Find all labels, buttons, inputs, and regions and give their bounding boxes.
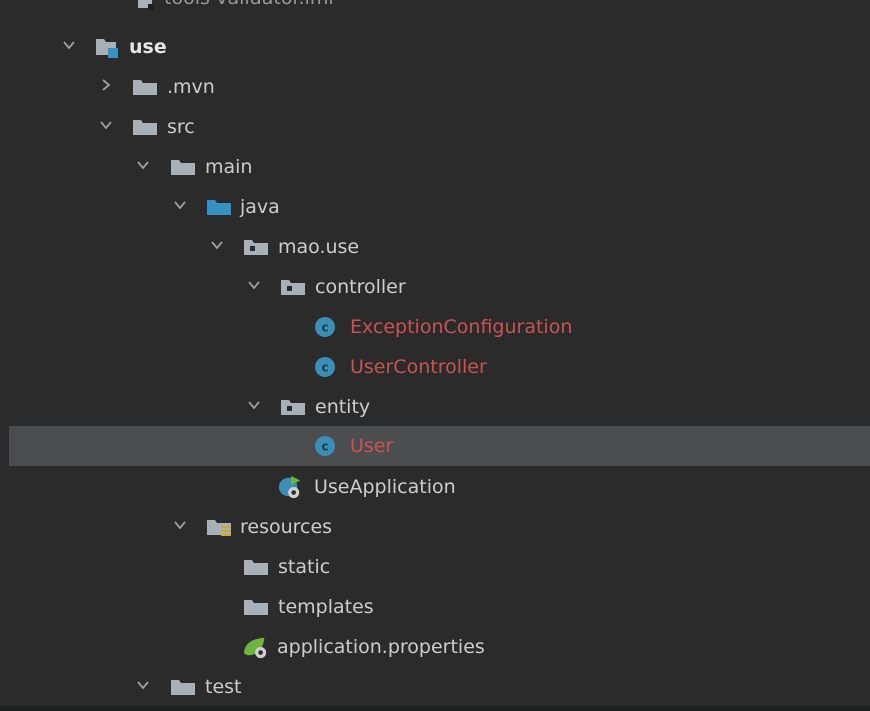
- folder-icon: [244, 560, 268, 575]
- tree-row-label: ExceptionConfiguration: [350, 316, 573, 338]
- tree-row-entity[interactable]: entity: [9, 387, 870, 427]
- tree-row-mvn[interactable]: .mvn: [9, 67, 870, 107]
- tree-row-label: resources: [240, 516, 333, 538]
- spring-properties-icon: [244, 637, 267, 659]
- panel-bottom-edge: [0, 706, 870, 711]
- tree-row-java[interactable]: java: [9, 187, 870, 227]
- svg-text:c: c: [321, 361, 328, 375]
- chevron-down-icon[interactable]: [136, 158, 150, 172]
- chevron-down-icon[interactable]: [210, 238, 224, 252]
- folder-icon: [171, 680, 195, 695]
- java-class-icon: c: [315, 317, 335, 337]
- tree-row-label: static: [278, 556, 331, 578]
- java-class-icon: c: [315, 357, 335, 377]
- tree-row-main[interactable]: main: [9, 147, 870, 187]
- svg-text:c: c: [321, 321, 328, 335]
- folder-icon: [244, 600, 268, 615]
- tree-row-use-application[interactable]: UseApplication: [9, 467, 870, 507]
- source-folder-icon: [207, 200, 231, 215]
- tree-row-static[interactable]: static: [9, 547, 870, 587]
- tree-row-label: application.properties: [277, 636, 485, 658]
- project-tree-panel: tools-validator.iml use .mvn src: [0, 0, 870, 711]
- panel-left-edge: [0, 0, 9, 711]
- chevron-down-icon[interactable]: [136, 678, 150, 692]
- tree-row-label: entity: [315, 396, 371, 418]
- tree-row-use[interactable]: use: [9, 27, 870, 67]
- module-folder-icon: [96, 39, 118, 58]
- tree-row-label: use: [129, 36, 167, 58]
- folder-icon: [133, 80, 157, 95]
- tree-row-application-properties[interactable]: application.properties: [9, 627, 870, 667]
- tree-row-label: UseApplication: [314, 476, 456, 498]
- tree-row-label: tools-validator.iml: [164, 0, 334, 10]
- tree-row-label: User: [350, 435, 394, 457]
- tree-row-controller[interactable]: controller: [9, 267, 870, 307]
- tree-row-resources[interactable]: resources: [9, 507, 870, 547]
- folder-icon: [133, 120, 157, 135]
- chevron-down-icon[interactable]: [173, 198, 187, 212]
- tree-row-label: UserController: [350, 356, 487, 378]
- chevron-down-icon[interactable]: [99, 118, 113, 132]
- tree-row-test[interactable]: test: [9, 667, 870, 707]
- tree-row-label: controller: [315, 276, 406, 298]
- tree-row-templates[interactable]: templates: [9, 587, 870, 627]
- package-folder-icon: [244, 240, 268, 255]
- tree-row-exception-configuration[interactable]: c ExceptionConfiguration: [9, 307, 870, 347]
- tree-row-label: templates: [278, 596, 374, 618]
- chevron-down-icon[interactable]: [62, 38, 76, 52]
- tree-row-label: java: [240, 196, 280, 218]
- chevron-down-icon[interactable]: [173, 518, 187, 532]
- tree-row-label: src: [167, 116, 195, 138]
- tree-row-mao-use[interactable]: mao.use: [9, 227, 870, 267]
- chevron-down-icon[interactable]: [247, 398, 261, 412]
- resources-folder-icon: [207, 520, 231, 536]
- tree-row-label: mao.use: [278, 236, 360, 258]
- chevron-right-icon[interactable]: [99, 78, 113, 92]
- package-folder-icon: [281, 400, 305, 415]
- tree-row-user-controller[interactable]: c UserController: [9, 347, 870, 387]
- chevron-down-icon[interactable]: [247, 278, 261, 292]
- java-class-icon: c: [315, 436, 335, 456]
- tree-row-label: .mvn: [167, 76, 215, 98]
- tree-row-src[interactable]: src: [9, 107, 870, 147]
- svg-text:c: c: [321, 440, 328, 454]
- tree-row-user[interactable]: c User: [9, 426, 870, 466]
- spring-boot-class-icon: [278, 475, 301, 499]
- package-folder-icon: [281, 280, 305, 295]
- file-icon: [138, 0, 154, 10]
- tree-row-label: test: [205, 676, 242, 698]
- folder-icon: [171, 160, 195, 175]
- tree-row-label: main: [205, 156, 253, 178]
